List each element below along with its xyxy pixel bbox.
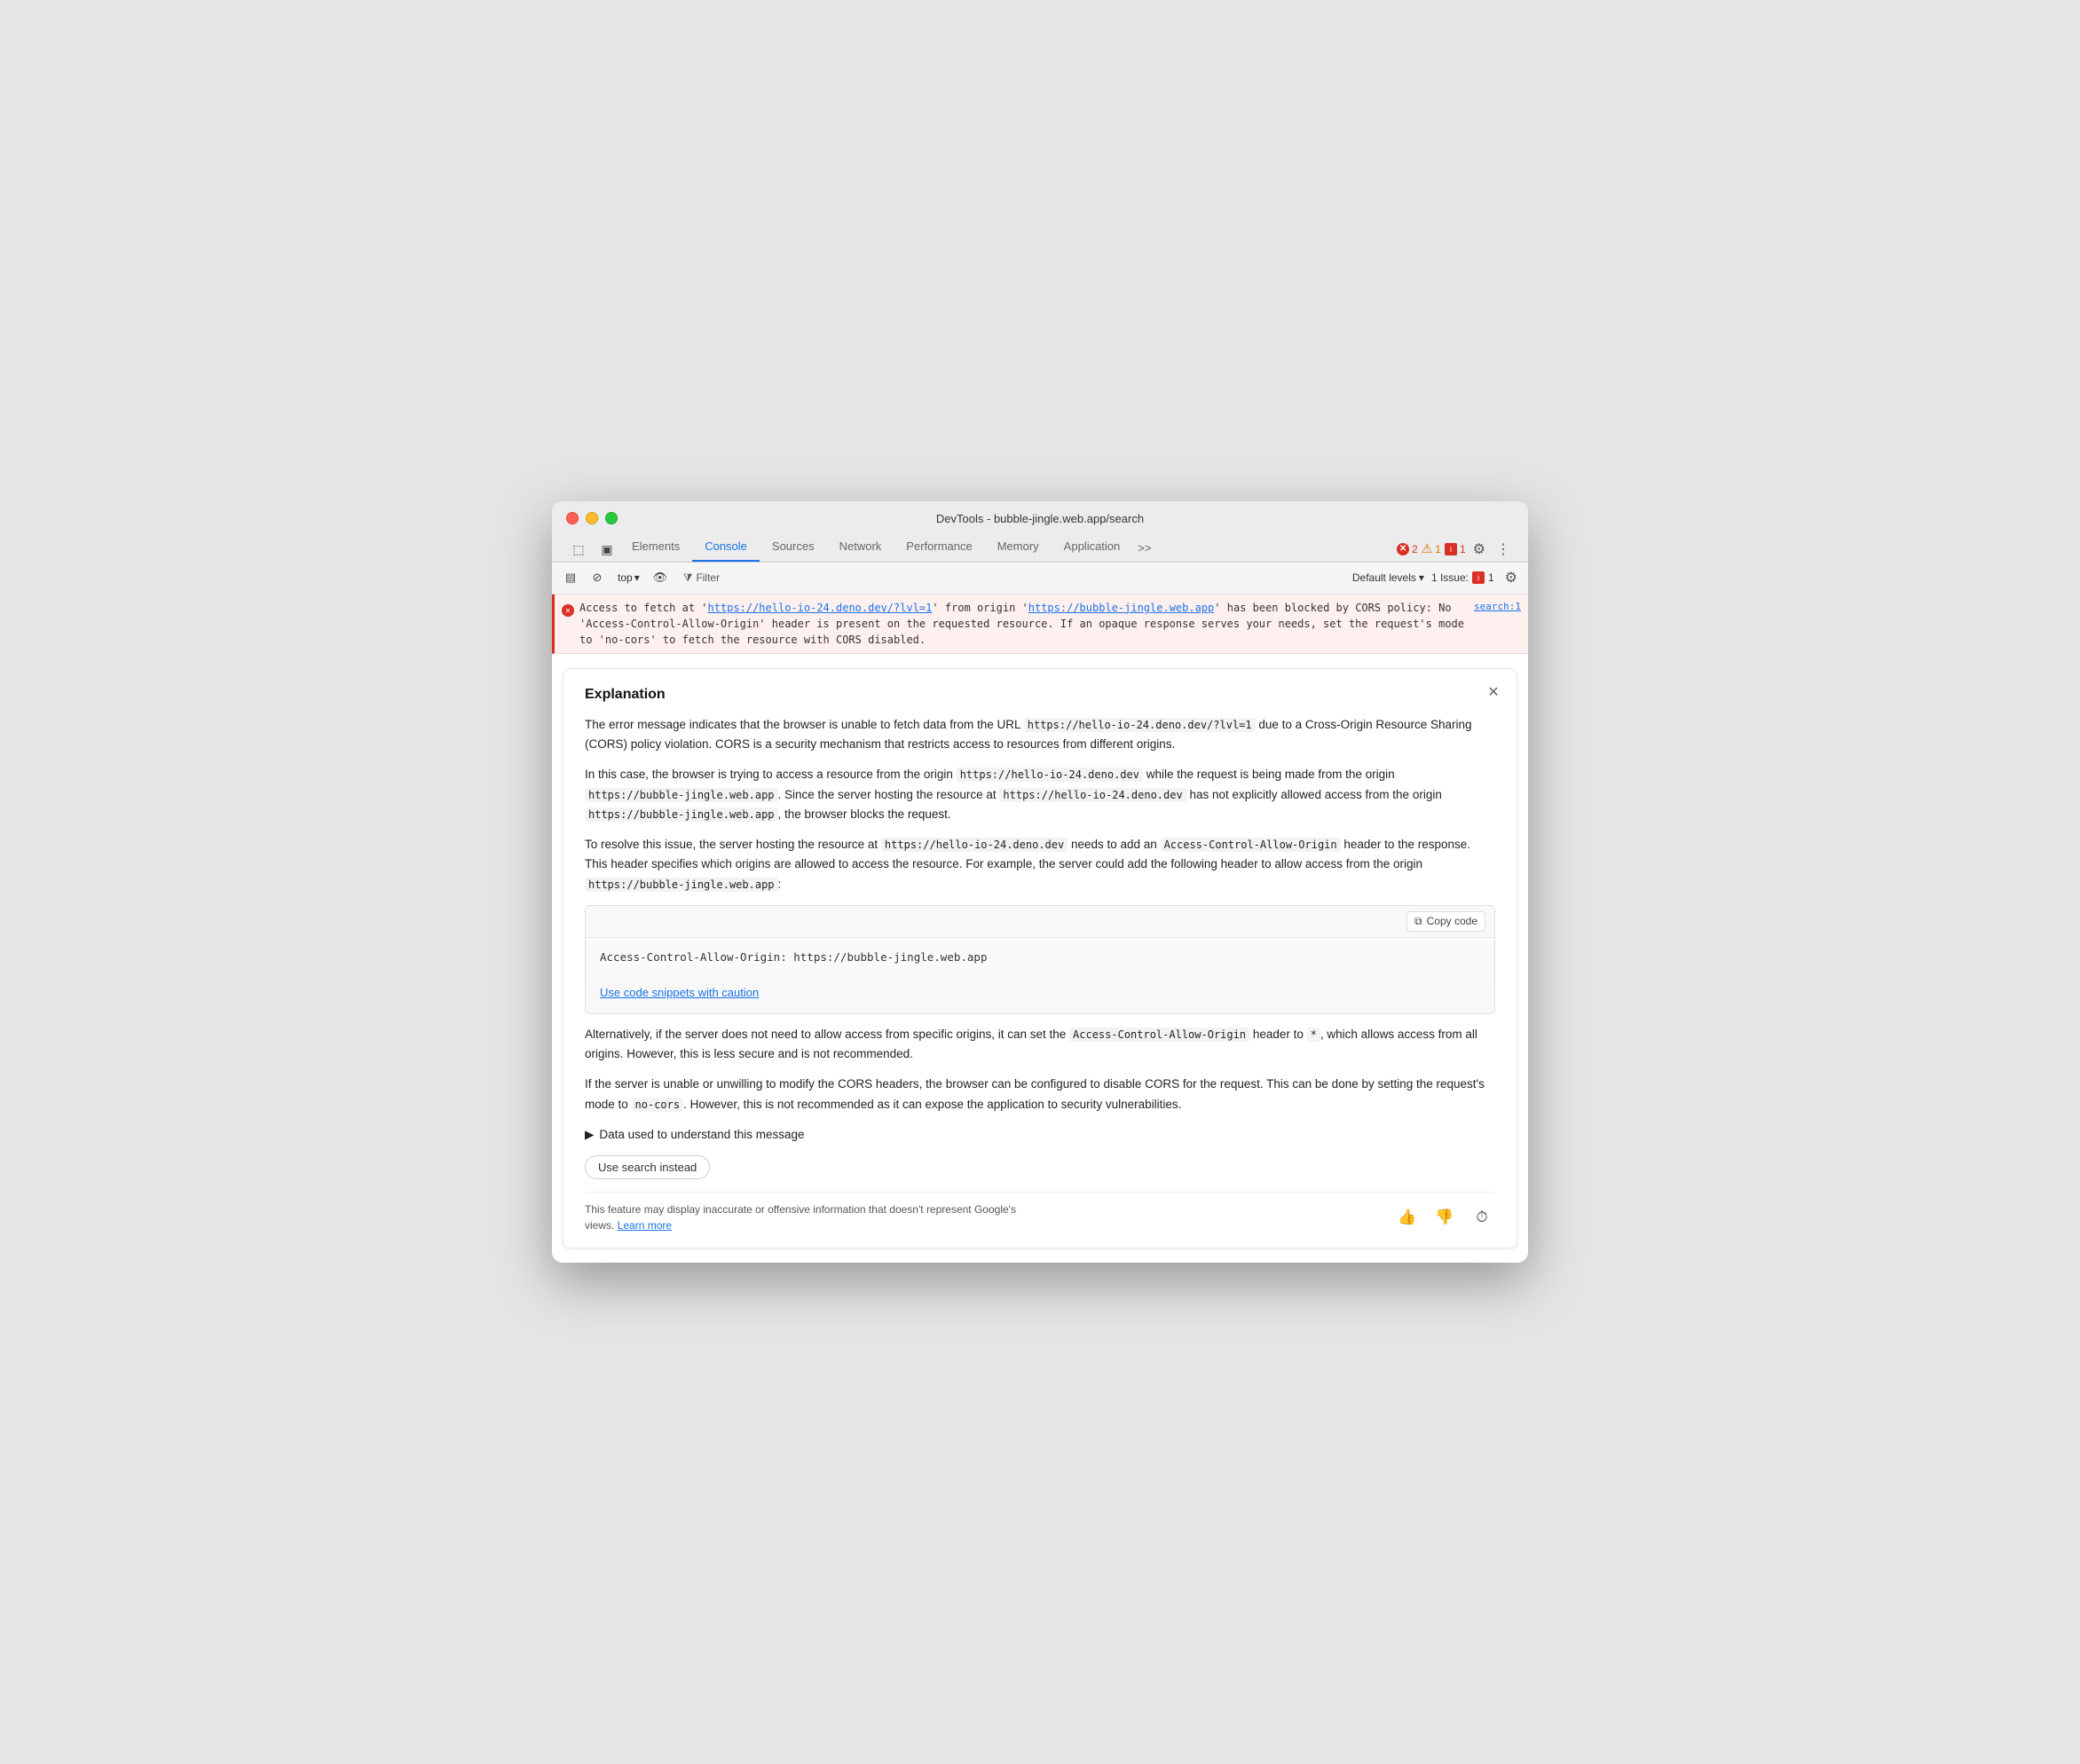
context-selector[interactable]: top ▾ (612, 570, 645, 586)
header-code-1: Access-Control-Allow-Origin (1161, 838, 1341, 852)
panel-body: The error message indicates that the bro… (585, 715, 1495, 1233)
feedback-icons: 👍 👎 ⏱ (1394, 1204, 1495, 1231)
sidebar-toggle-icon[interactable]: ▤ (559, 566, 582, 589)
explanation-para3: To resolve this issue, the server hostin… (585, 835, 1495, 894)
explanation-panel: ✕ Explanation The error message indicate… (563, 668, 1517, 1248)
warning-badge: ⚠ 1 (1422, 541, 1441, 556)
console-settings-icon[interactable]: ⚙ (1501, 565, 1521, 590)
tab-bar: ⬚ ▣ Elements Console Sources Network Per… (566, 532, 1514, 562)
fetch-url-link[interactable]: https://hello-io-24.deno.dev/?lvl=1 (708, 602, 933, 614)
wildcard-code: * (1307, 1028, 1320, 1042)
console-content: ✕ Access to fetch at 'https://hello-io-2… (552, 595, 1528, 1263)
explanation-para5: If the server is unable or unwilling to … (585, 1075, 1495, 1114)
caution-link[interactable]: Use code snippets with caution (600, 983, 759, 1002)
tab-performance[interactable]: Performance (894, 532, 984, 562)
titlebar: DevTools - bubble-jingle.web.app/search … (552, 501, 1528, 563)
error-text: Access to fetch at 'https://hello-io-24.… (579, 600, 1469, 648)
copy-code-button[interactable]: ⧉ Copy code (1406, 911, 1485, 932)
tab-sources[interactable]: Sources (760, 532, 827, 562)
server-code-2: https://hello-io-24.deno.dev (881, 838, 1068, 852)
header-code-2: Access-Control-Allow-Origin (1069, 1028, 1249, 1042)
close-panel-button[interactable]: ✕ (1483, 681, 1504, 703)
triangle-icon: ▶ (585, 1125, 594, 1145)
toolbar-right: ✕ 2 ⚠ 1 i 1 ⚙ ⋮ (1397, 537, 1514, 562)
panel-title: Explanation (585, 687, 1495, 703)
origin-code-4: https://bubble-jingle.web.app (585, 878, 778, 892)
flag-button[interactable]: ⏱ (1469, 1204, 1495, 1231)
origin-code-2: https://bubble-jingle.web.app (585, 788, 778, 802)
info-badge: i 1 (1445, 543, 1466, 555)
origin-code-3: https://bubble-jingle.web.app (585, 807, 778, 822)
error-circle-icon: ✕ (562, 604, 574, 617)
error-badge: ✕ 2 (1397, 543, 1418, 555)
tab-application[interactable]: Application (1052, 532, 1133, 562)
origin-code-1: https://hello-io-24.deno.dev (957, 768, 1143, 782)
filter-label: Filter (696, 571, 720, 584)
filter-area[interactable]: ⧩ Filter (675, 569, 728, 587)
eye-icon[interactable]: 👁 (649, 566, 672, 589)
code-block-body: Access-Control-Allow-Origin: https://bub… (586, 938, 1494, 978)
context-label: top (618, 571, 633, 584)
minimize-button[interactable] (586, 512, 598, 524)
more-options-icon[interactable]: ⋮ (1493, 537, 1514, 562)
footer-disclaimer: This feature may display inaccurate or o… (585, 1201, 1028, 1233)
tab-elements[interactable]: Elements (619, 532, 692, 562)
device-icon[interactable]: ▣ (595, 539, 619, 562)
devtools-window: DevTools - bubble-jingle.web.app/search … (552, 501, 1528, 1263)
error-row: ✕ Access to fetch at 'https://hello-io-2… (552, 595, 1528, 654)
data-used-row[interactable]: ▶ Data used to understand this message (585, 1125, 1495, 1145)
window-title: DevTools - bubble-jingle.web.app/search (936, 512, 1144, 525)
explanation-para2: In this case, the browser is trying to a… (585, 765, 1495, 824)
maximize-button[interactable] (605, 512, 618, 524)
settings-icon[interactable]: ⚙ (1469, 537, 1489, 562)
copy-icon: ⧉ (1414, 915, 1422, 928)
issues-icon: i (1472, 571, 1485, 584)
info-icon: i (1445, 543, 1457, 555)
use-search-button[interactable]: Use search instead (585, 1155, 710, 1179)
explanation-para1: The error message indicates that the bro… (585, 715, 1495, 755)
thumbs-down-button[interactable]: 👎 (1431, 1204, 1458, 1231)
error-row-icon: ✕ (562, 602, 574, 618)
tab-memory[interactable]: Memory (985, 532, 1052, 562)
issues-indicator: 1 Issue: i 1 (1431, 571, 1494, 584)
code-block-toolbar: ⧉ Copy code (586, 906, 1494, 938)
more-tabs-button[interactable]: >> (1132, 534, 1156, 562)
levels-dropdown-icon: ▾ (1419, 571, 1424, 584)
error-source-link[interactable]: search:1 (1474, 600, 1521, 615)
panel-footer: This feature may display inaccurate or o… (585, 1192, 1495, 1233)
secondary-toolbar: ▤ ⊘ top ▾ 👁 ⧩ Filter Default levels ▾ 1 … (552, 563, 1528, 595)
tab-network[interactable]: Network (827, 532, 894, 562)
close-button[interactable] (566, 512, 579, 524)
code-block: ⧉ Copy code Access-Control-Allow-Origin:… (585, 905, 1495, 1014)
filter-icon: ⧩ (683, 571, 693, 585)
toolbar-right-secondary: Default levels ▾ 1 Issue: i 1 ⚙ (1352, 565, 1521, 590)
tab-console[interactable]: Console (692, 532, 760, 562)
clear-console-icon[interactable]: ⊘ (586, 566, 609, 589)
titlebar-top: DevTools - bubble-jingle.web.app/search (566, 512, 1514, 525)
server-code-1: https://hello-io-24.deno.dev (999, 788, 1186, 802)
error-icon: ✕ (1397, 543, 1409, 555)
no-cors-code: no-cors (632, 1098, 684, 1112)
explanation-para4: Alternatively, if the server does not ne… (585, 1025, 1495, 1065)
context-dropdown-icon: ▾ (634, 571, 640, 584)
url-code-1: https://hello-io-24.deno.dev/?lvl=1 (1024, 718, 1256, 732)
origin-url-link[interactable]: https://bubble-jingle.web.app (1028, 602, 1215, 614)
thumbs-up-button[interactable]: 👍 (1394, 1204, 1421, 1231)
traffic-lights (566, 512, 618, 524)
learn-more-link[interactable]: Learn more (618, 1219, 672, 1232)
warning-icon: ⚠ (1422, 541, 1433, 556)
inspect-icon[interactable]: ⬚ (566, 539, 591, 562)
log-levels-selector[interactable]: Default levels ▾ (1352, 571, 1424, 584)
